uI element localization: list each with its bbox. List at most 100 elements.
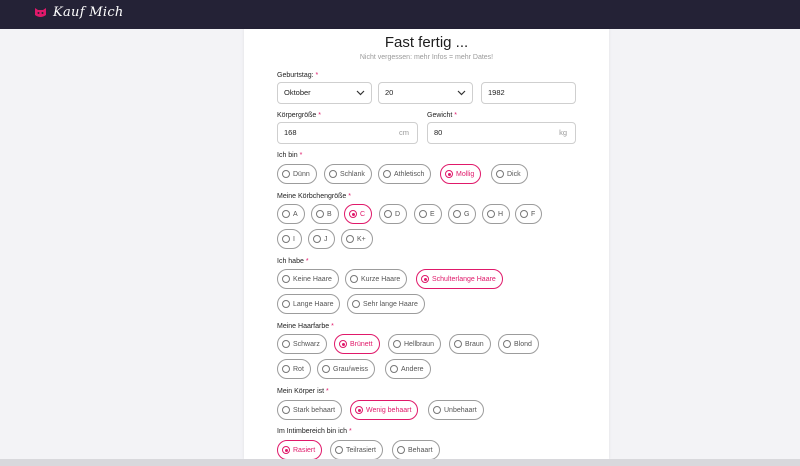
height-unit: cm bbox=[399, 128, 409, 137]
intimate-label: Im Intimbereich bin ich * bbox=[277, 428, 352, 435]
height-label: Körpergröße * bbox=[277, 112, 321, 119]
body-hair-option[interactable]: Unbehaart bbox=[428, 400, 484, 420]
top-navigation-bar: Kauf Mich bbox=[0, 0, 800, 29]
hair-color-option[interactable]: Braun bbox=[449, 334, 491, 354]
radio-icon bbox=[419, 210, 427, 218]
cup-size-option-selected[interactable]: C bbox=[344, 204, 373, 224]
bottom-scroll-bar[interactable] bbox=[0, 459, 800, 466]
hair-length-option[interactable]: Sehr lange Haare bbox=[347, 294, 425, 314]
radio-selected-icon bbox=[339, 340, 347, 348]
radio-icon bbox=[282, 406, 290, 414]
weight-label: Gewicht * bbox=[427, 112, 457, 119]
birthday-label: Geburtstag: * bbox=[277, 72, 319, 79]
radio-icon bbox=[282, 170, 290, 178]
body-type-option-selected[interactable]: Mollig bbox=[440, 164, 482, 184]
radio-icon bbox=[433, 406, 441, 414]
hair-color-option-selected[interactable]: Brünett bbox=[334, 334, 380, 354]
hair-color-option[interactable]: Blond bbox=[498, 334, 539, 354]
radio-icon bbox=[393, 340, 401, 348]
birth-year-value: 1982 bbox=[488, 88, 505, 97]
radio-icon bbox=[282, 235, 290, 243]
registration-card: Fast fertig ... Nicht vergessen: mehr In… bbox=[244, 29, 609, 459]
radio-selected-icon bbox=[282, 446, 290, 454]
birth-day-select[interactable]: 20 bbox=[378, 82, 473, 104]
radio-icon bbox=[397, 446, 405, 454]
intimate-option[interactable]: Behaart bbox=[392, 440, 440, 459]
radio-icon bbox=[384, 210, 392, 218]
body-hair-label: Mein Körper ist * bbox=[277, 388, 329, 395]
page-subtitle: Nicht vergessen: mehr Infos = mehr Dates… bbox=[359, 54, 494, 61]
cup-size-option[interactable]: D bbox=[379, 204, 408, 224]
radio-icon bbox=[383, 170, 391, 178]
cat-logo-icon bbox=[35, 8, 46, 17]
radio-icon bbox=[503, 340, 511, 348]
intimate-option-selected[interactable]: Rasiert bbox=[277, 440, 323, 459]
radio-icon bbox=[390, 365, 398, 373]
radio-icon bbox=[282, 340, 290, 348]
body-type-option[interactable]: Schlank bbox=[324, 164, 372, 184]
height-value: 168 bbox=[284, 128, 297, 137]
cup-size-option[interactable]: G bbox=[448, 204, 477, 224]
body-hair-option-selected[interactable]: Wenig behaart bbox=[350, 400, 419, 420]
hair-length-option-selected[interactable]: Schulterlange Haare bbox=[416, 269, 503, 289]
hair-color-option[interactable]: Rot bbox=[277, 359, 311, 379]
height-input[interactable]: 168 cm bbox=[277, 122, 418, 144]
radio-icon bbox=[453, 210, 461, 218]
body-type-option[interactable]: Dick bbox=[491, 164, 528, 184]
page-title: Fast fertig ... bbox=[384, 34, 469, 51]
hair-length-label: Ich habe * bbox=[277, 258, 309, 265]
radio-selected-icon bbox=[445, 170, 453, 178]
birth-year-input[interactable]: 1982 bbox=[481, 82, 576, 104]
radio-icon bbox=[487, 210, 495, 218]
radio-selected-icon bbox=[421, 275, 429, 283]
birth-month-select[interactable]: Oktober bbox=[277, 82, 372, 104]
cup-size-option[interactable]: H bbox=[482, 204, 511, 224]
brand-logo[interactable]: Kauf Mich bbox=[34, 5, 124, 20]
radio-icon bbox=[335, 446, 343, 454]
radio-selected-icon bbox=[355, 406, 363, 414]
cup-size-option[interactable]: E bbox=[414, 204, 442, 224]
hair-color-option[interactable]: Schwarz bbox=[277, 334, 327, 354]
radio-icon bbox=[322, 365, 330, 373]
radio-icon bbox=[496, 170, 504, 178]
hair-length-option[interactable]: Lange Haare bbox=[277, 294, 341, 314]
chevron-down-icon bbox=[457, 90, 466, 96]
hair-length-option[interactable]: Keine Haare bbox=[277, 269, 339, 289]
cup-size-label: Meine Körbchengröße * bbox=[277, 193, 351, 200]
radio-icon bbox=[282, 210, 290, 218]
radio-icon bbox=[316, 210, 324, 218]
weight-value: 80 bbox=[434, 128, 443, 137]
cup-size-option[interactable]: B bbox=[311, 204, 339, 224]
cup-size-option[interactable]: A bbox=[277, 204, 305, 224]
body-hair-option[interactable]: Stark behaart bbox=[277, 400, 343, 420]
body-type-label: Ich bin * bbox=[277, 152, 303, 159]
radio-icon bbox=[520, 210, 528, 218]
chevron-down-icon bbox=[356, 90, 365, 96]
body-type-option[interactable]: Athletisch bbox=[378, 164, 432, 184]
cup-size-option[interactable]: J bbox=[308, 229, 335, 249]
radio-icon bbox=[282, 275, 290, 283]
radio-icon bbox=[352, 300, 360, 308]
weight-unit: kg bbox=[559, 128, 567, 137]
hair-color-option[interactable]: Grau/weiss bbox=[317, 359, 376, 379]
hair-length-option[interactable]: Kurze Haare bbox=[345, 269, 408, 289]
radio-icon bbox=[282, 300, 290, 308]
birth-month-value: Oktober bbox=[284, 88, 311, 97]
cup-size-option[interactable]: I bbox=[277, 229, 302, 249]
radio-icon bbox=[350, 275, 358, 283]
radio-icon bbox=[346, 235, 354, 243]
radio-icon bbox=[454, 340, 462, 348]
hair-color-label: Meine Haarfarbe * bbox=[277, 323, 334, 330]
cup-size-option[interactable]: K+ bbox=[341, 229, 373, 249]
birth-day-value: 20 bbox=[385, 88, 394, 97]
weight-input[interactable]: 80 kg bbox=[427, 122, 576, 144]
radio-selected-icon bbox=[349, 210, 357, 218]
cup-size-option[interactable]: F bbox=[515, 204, 543, 224]
hair-color-option[interactable]: Andere bbox=[385, 359, 431, 379]
intimate-option[interactable]: Teilrasiert bbox=[330, 440, 383, 459]
radio-icon bbox=[313, 235, 321, 243]
hair-color-option[interactable]: Hellbraun bbox=[388, 334, 441, 354]
body-type-option[interactable]: Dünn bbox=[277, 164, 317, 184]
radio-icon bbox=[329, 170, 337, 178]
brand-name: Kauf Mich bbox=[53, 5, 124, 20]
